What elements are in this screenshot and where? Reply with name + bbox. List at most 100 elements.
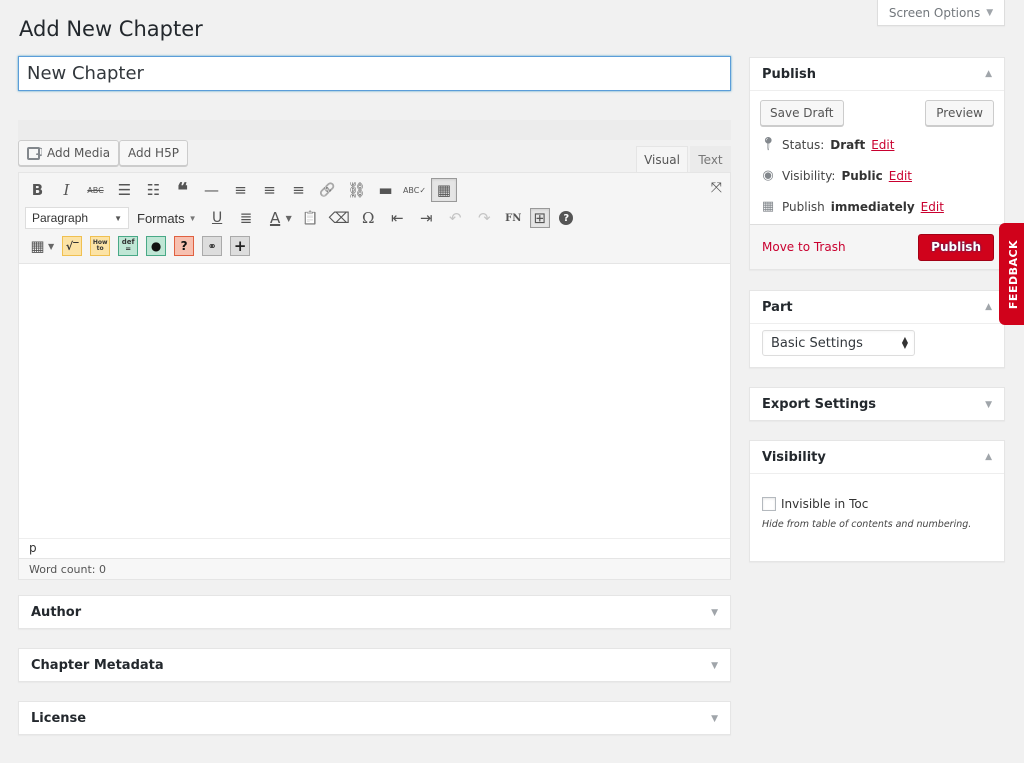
- equation-button[interactable]: √‾: [62, 236, 83, 256]
- redo-icon[interactable]: ↷: [470, 205, 499, 231]
- export-settings-metabox: Export Settings ▼: [749, 387, 1005, 421]
- export-settings-header[interactable]: Export Settings ▼: [750, 388, 1004, 421]
- editor-toolbar: B I ABC ☰ ☷ ❝ — ≡ ≡ ≡ 🔗 ⛓ ▬ ABC✓ ▦ ⤧ Par…: [19, 173, 730, 264]
- schedule-row: ▦ Publish immediately Edit: [760, 191, 1004, 222]
- horizontal-line-icon[interactable]: —: [197, 177, 226, 203]
- element-path[interactable]: p: [19, 538, 730, 558]
- table-grid-icon[interactable]: ⊞: [529, 208, 550, 228]
- toolbar-row-2: Paragraph ▼ Formats ▼ U ≣ A ▼ 📋 ⌫ Ω ⇤ ⇥ …: [23, 204, 730, 232]
- edit-visibility-link[interactable]: Edit: [889, 169, 912, 183]
- tab-visual[interactable]: Visual: [636, 146, 688, 172]
- add-media-label: Add Media: [47, 146, 111, 160]
- visibility-metabox: Visibility ▲ Invisible in Toc Hide from …: [749, 440, 1005, 562]
- screen-options-button[interactable]: Screen Options ▼: [877, 0, 1005, 26]
- license-metabox: License ▼: [18, 701, 731, 735]
- expand-down-icon[interactable]: ▼: [985, 400, 992, 410]
- collapse-up-icon[interactable]: ▲: [985, 69, 992, 79]
- page-title: Add New Chapter: [19, 17, 203, 41]
- media-buttons-row: Add Media Add H5P Visual Text: [18, 120, 731, 172]
- invisible-in-toc-checkbox[interactable]: [762, 497, 776, 511]
- preview-button[interactable]: Preview: [925, 100, 994, 126]
- chapter-metadata-header[interactable]: Chapter Metadata ▼: [19, 649, 730, 682]
- invisible-in-toc-label[interactable]: Invisible in Toc: [781, 497, 868, 511]
- bold-icon[interactable]: B: [23, 177, 52, 203]
- publish-actions: Save Draft Preview: [750, 91, 1004, 129]
- undo-icon[interactable]: ↶: [441, 205, 470, 231]
- unlink-icon[interactable]: ⛓: [342, 177, 371, 203]
- schedule-value: immediately: [830, 199, 915, 214]
- part-header[interactable]: Part ▲: [750, 291, 1004, 324]
- lightbulb-icon[interactable]: ●: [146, 236, 167, 256]
- author-title: Author: [31, 605, 82, 620]
- add-media-button[interactable]: Add Media: [18, 140, 120, 166]
- link-icon[interactable]: 🔗: [313, 177, 342, 203]
- blockquote-icon[interactable]: ❝: [168, 177, 197, 203]
- save-draft-button[interactable]: Save Draft: [760, 100, 844, 126]
- status-value: Draft: [830, 137, 866, 152]
- chain-link-icon[interactable]: ⚭: [202, 236, 223, 256]
- help-icon[interactable]: ?: [552, 205, 581, 231]
- edit-status-link[interactable]: Edit: [871, 138, 894, 152]
- question-button[interactable]: ?: [174, 236, 195, 256]
- italic-icon[interactable]: I: [52, 177, 81, 203]
- publish-metabox: Publish ▲ Save Draft Preview 📍︎ Status: …: [749, 57, 1005, 270]
- justify-icon[interactable]: ≣: [232, 205, 261, 231]
- editor-content[interactable]: [19, 264, 730, 538]
- underline-icon[interactable]: U: [203, 205, 232, 231]
- part-selected-value: Basic Settings: [771, 335, 863, 351]
- part-select[interactable]: Basic Settings ▲ ▼: [762, 330, 915, 356]
- definition-button[interactable]: def =: [118, 236, 139, 256]
- select-arrows-icon: ▲ ▼: [901, 335, 908, 350]
- chapter-title-input[interactable]: [18, 56, 731, 91]
- save-draft-label: Save Draft: [770, 106, 834, 120]
- clear-formatting-icon[interactable]: ⌫: [325, 205, 354, 231]
- align-right-icon[interactable]: ≡: [284, 177, 313, 203]
- collapse-up-icon[interactable]: ▲: [985, 452, 992, 462]
- spellcheck-icon[interactable]: ABC✓: [400, 177, 429, 203]
- editor-top-strip: [18, 120, 731, 140]
- bullet-list-icon[interactable]: ☰: [110, 177, 139, 203]
- howto-button[interactable]: How to: [90, 236, 111, 256]
- align-center-icon[interactable]: ≡: [255, 177, 284, 203]
- part-metabox: Part ▲ Basic Settings ▲ ▼: [749, 290, 1005, 368]
- edit-schedule-link[interactable]: Edit: [921, 200, 944, 214]
- expand-down-icon[interactable]: ▼: [711, 661, 718, 671]
- expand-down-icon[interactable]: ▼: [711, 608, 718, 618]
- toolbar-row-1: B I ABC ☰ ☷ ❝ — ≡ ≡ ≡ 🔗 ⛓ ▬ ABC✓ ▦: [23, 176, 730, 204]
- plus-icon[interactable]: +: [230, 236, 251, 256]
- indent-icon[interactable]: ⇥: [412, 205, 441, 231]
- feedback-tab[interactable]: FEEDBACK: [999, 223, 1024, 325]
- formats-dropdown[interactable]: Formats ▼: [133, 211, 203, 226]
- strikethrough-icon[interactable]: ABC: [81, 177, 110, 203]
- fullscreen-icon[interactable]: ⤧: [711, 180, 722, 196]
- read-more-icon[interactable]: ▬: [371, 177, 400, 203]
- numbered-list-icon[interactable]: ☷: [139, 177, 168, 203]
- paste-as-text-icon[interactable]: 📋: [296, 205, 325, 231]
- expand-down-icon[interactable]: ▼: [711, 714, 718, 724]
- text-color-icon[interactable]: A: [261, 205, 290, 231]
- status-label: Status:: [782, 137, 825, 152]
- tab-text[interactable]: Text: [690, 146, 731, 172]
- footnote-icon[interactable]: FN: [499, 205, 528, 231]
- collapse-up-icon[interactable]: ▲: [985, 302, 992, 312]
- chapter-metadata-metabox: Chapter Metadata ▼: [18, 648, 731, 682]
- publish-header[interactable]: Publish ▲: [750, 58, 1004, 91]
- move-to-trash-link[interactable]: Move to Trash: [762, 240, 846, 254]
- editor-area: Add Media Add H5P Visual Text B I ABC ☰ …: [18, 120, 731, 580]
- howto-line2: to: [96, 245, 104, 252]
- table-icon[interactable]: ▦: [23, 233, 52, 259]
- author-header[interactable]: Author ▼: [19, 596, 730, 629]
- special-character-icon[interactable]: Ω: [354, 205, 383, 231]
- visibility-label: Visibility:: [782, 168, 836, 183]
- align-left-icon[interactable]: ≡: [226, 177, 255, 203]
- export-settings-title: Export Settings: [762, 397, 877, 412]
- license-header[interactable]: License ▼: [19, 702, 730, 735]
- add-h5p-button[interactable]: Add H5P: [119, 140, 188, 166]
- publish-button[interactable]: Publish: [918, 233, 994, 261]
- toolbar-toggle-icon[interactable]: ▦: [431, 178, 457, 202]
- spellcheck-glyph: ABC✓: [402, 185, 427, 195]
- visibility-header[interactable]: Visibility ▲: [750, 441, 1004, 474]
- paragraph-format-select[interactable]: Paragraph ▼: [25, 207, 129, 229]
- outdent-icon[interactable]: ⇤: [383, 205, 412, 231]
- preview-label: Preview: [936, 106, 983, 120]
